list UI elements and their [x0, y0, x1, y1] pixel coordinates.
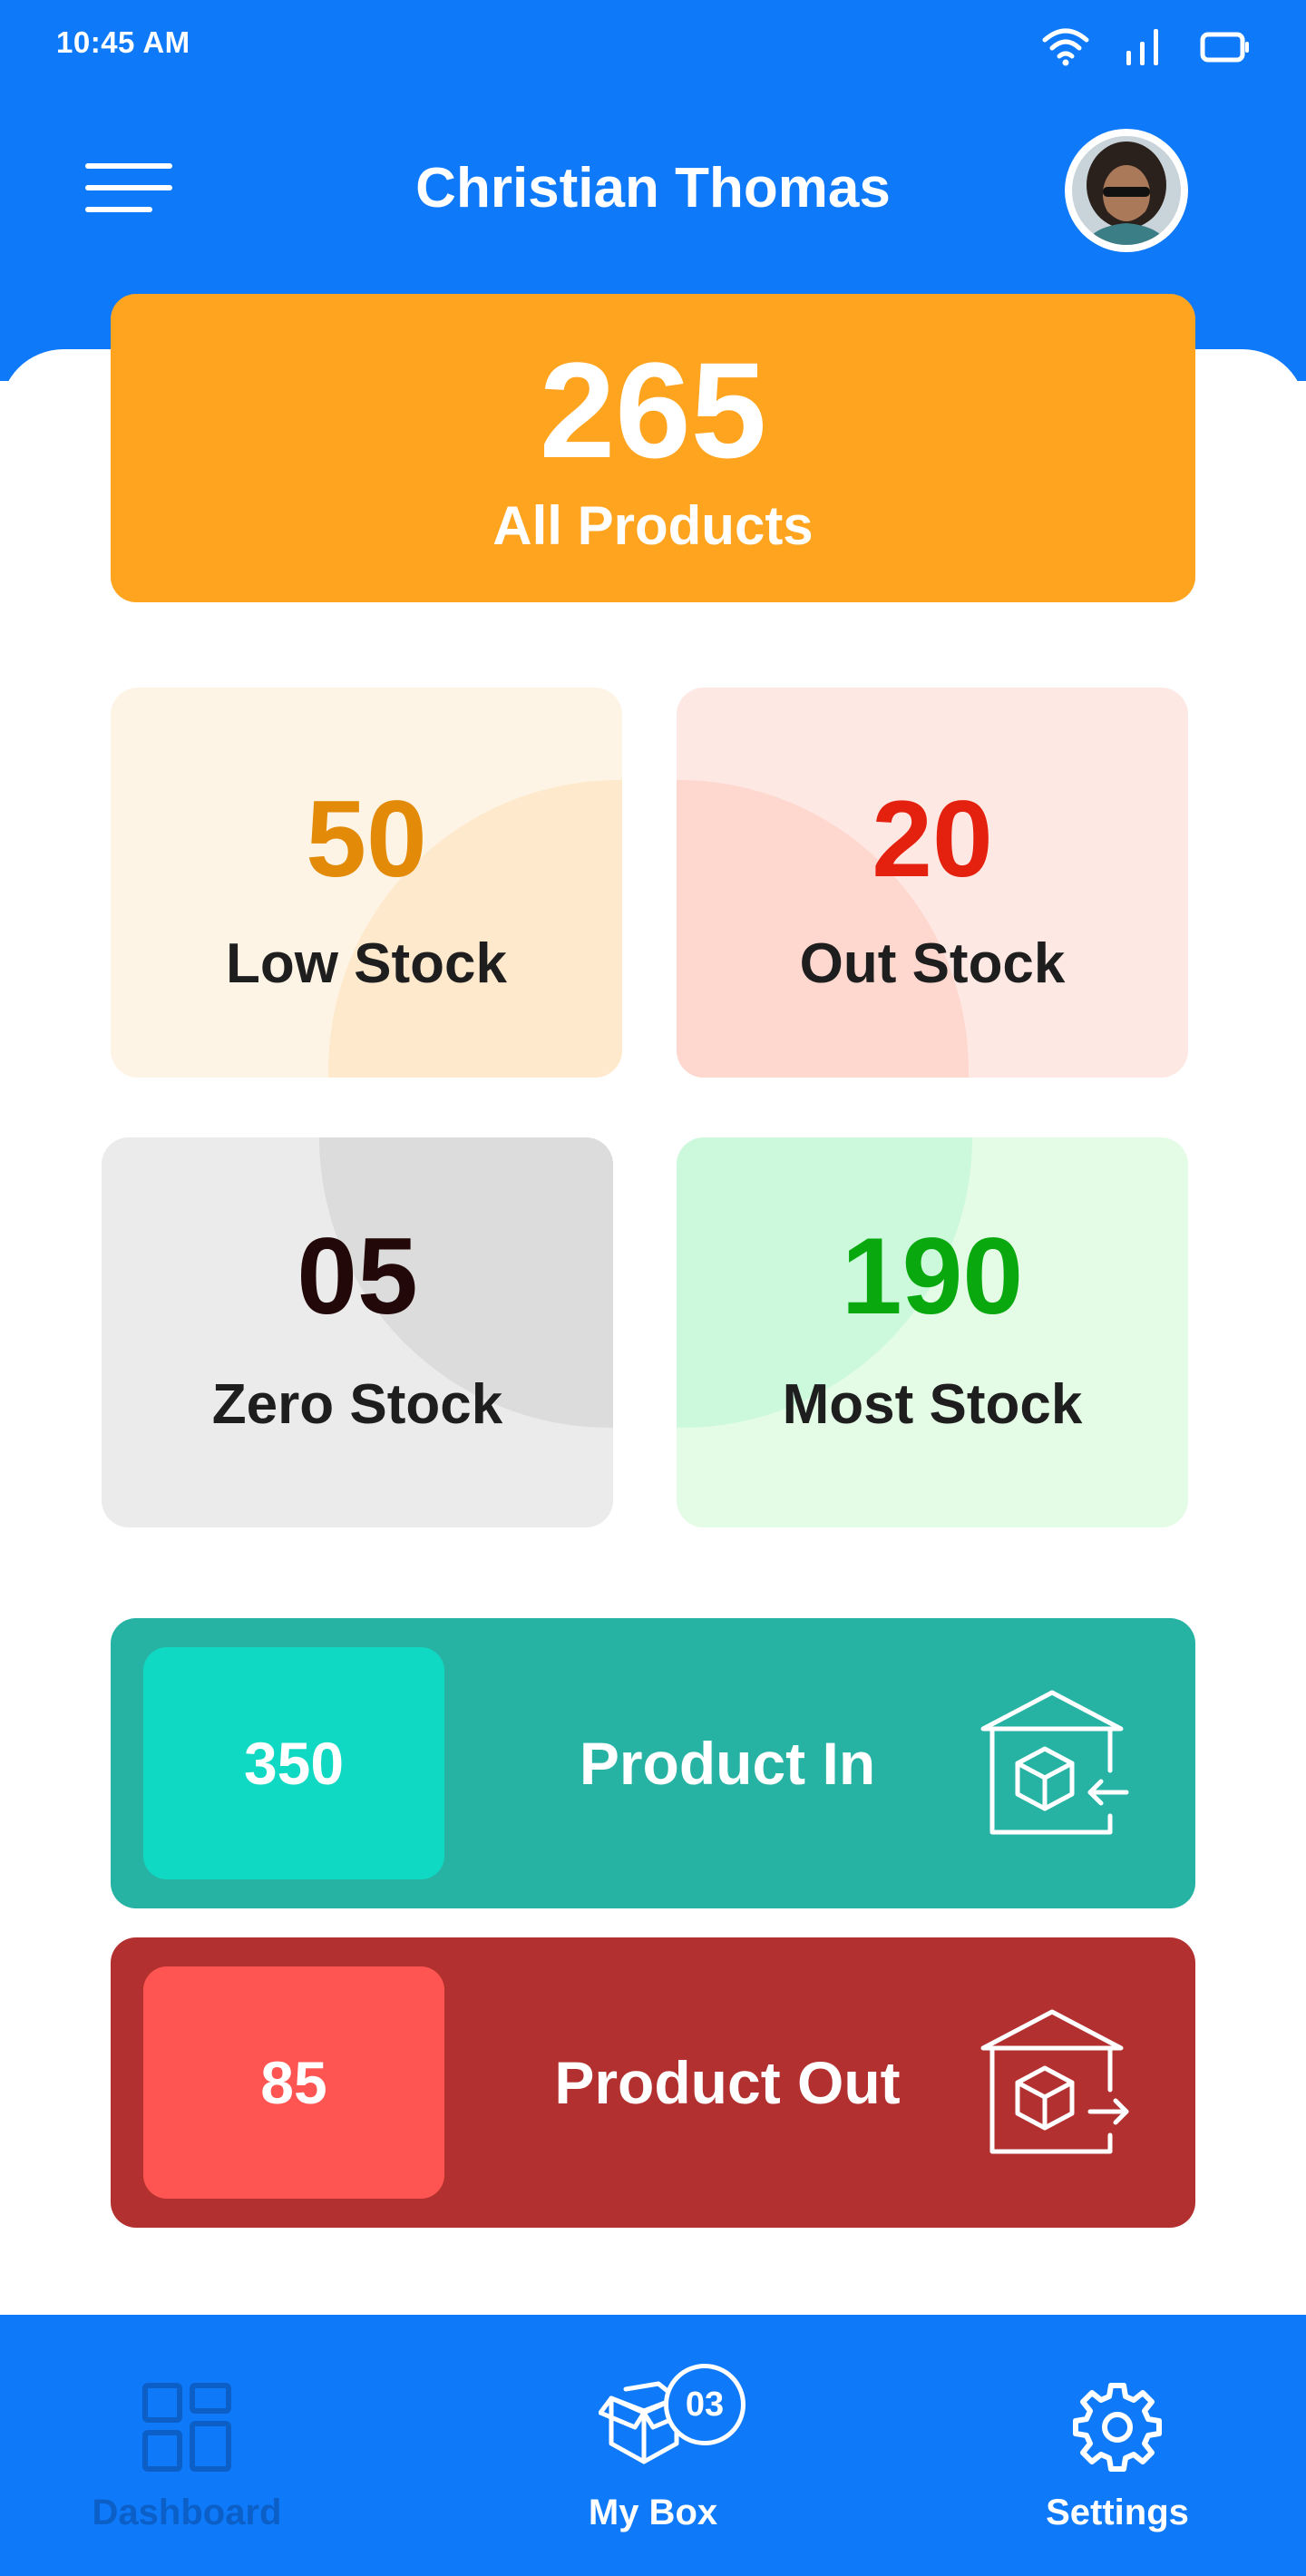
all-products-count: 265 [539, 334, 767, 486]
status-icons [1041, 25, 1252, 67]
low-stock-label: Low Stock [225, 932, 508, 995]
most-stock-count: 190 [841, 1215, 1024, 1337]
product-out-bar[interactable]: 85 Product Out [111, 1937, 1195, 2228]
nav-label-my-box: My Box [588, 2493, 718, 2532]
out-stock-tile[interactable]: 20 Out Stock [677, 688, 1188, 1078]
low-stock-count: 50 [306, 778, 427, 900]
most-stock-tile[interactable]: 190 Most Stock [677, 1137, 1188, 1527]
nav-label-dashboard: Dashboard [92, 2493, 282, 2532]
zero-stock-count: 05 [297, 1215, 418, 1337]
warehouse-in-icon [980, 1690, 1129, 1835]
product-out-count: 85 [143, 1966, 444, 2199]
avatar[interactable] [1065, 129, 1188, 252]
battery-icon [1200, 32, 1249, 63]
out-stock-label: Out Stock [799, 932, 1066, 995]
zero-stock-label: Zero Stock [211, 1373, 503, 1436]
bottom-navigation: Dashboard 03 My Box Settings [0, 2315, 1306, 2576]
nav-item-dashboard[interactable]: Dashboard [51, 2315, 323, 2576]
gear-icon [1073, 2383, 1162, 2472]
nav-item-my-box[interactable]: 03 My Box [517, 2315, 789, 2576]
all-products-label: All Products [492, 495, 814, 556]
wifi-icon [1042, 28, 1089, 66]
product-in-bar[interactable]: 350 Product In [111, 1618, 1195, 1908]
out-stock-count: 20 [872, 778, 993, 900]
nav-label-settings: Settings [1046, 2493, 1189, 2532]
zero-stock-tile[interactable]: 05 Zero Stock [102, 1137, 613, 1527]
product-in-count: 350 [143, 1647, 444, 1879]
warehouse-out-icon [980, 2009, 1129, 2154]
low-stock-tile[interactable]: 50 Low Stock [111, 688, 622, 1078]
my-box-badge: 03 [664, 2364, 746, 2445]
dashboard-screen: 10:45 AM Christian Thomas 265 All Produc… [0, 0, 1306, 2576]
most-stock-label: Most Stock [782, 1373, 1083, 1436]
signal-icon [1126, 29, 1158, 65]
product-out-label: Product Out [554, 2049, 901, 2116]
nav-item-settings[interactable]: Settings [981, 2315, 1253, 2576]
product-in-label: Product In [579, 1730, 876, 1797]
status-time: 10:45 AM [56, 25, 190, 59]
dashboard-grid-icon [142, 2383, 231, 2472]
